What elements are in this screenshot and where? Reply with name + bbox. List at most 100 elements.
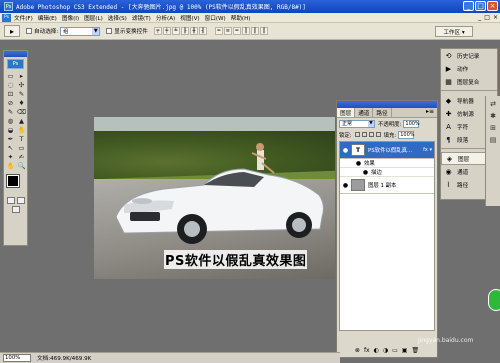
dodge-tool-icon[interactable]: ✋ — [16, 125, 27, 134]
distribute-bottom-icon[interactable]: ═ — [232, 27, 241, 35]
menu-view[interactable]: 视图(V) — [180, 14, 199, 22]
auto-select-checkbox[interactable] — [26, 28, 32, 34]
eye-icon[interactable]: ● — [341, 181, 350, 190]
maximize-button[interactable]: □ — [475, 1, 486, 11]
show-transform-checkbox[interactable] — [106, 28, 113, 34]
pen-tool-icon[interactable]: ✒ — [5, 134, 16, 143]
crop-tool-icon[interactable]: ⊡ — [5, 89, 16, 98]
blend-mode-dropdown[interactable]: 正常 ▼ — [339, 119, 375, 128]
lasso-tool-icon[interactable]: ◌ — [5, 80, 16, 89]
standard-mode-button[interactable] — [6, 197, 15, 204]
tab-layers[interactable]: 图层 — [337, 108, 356, 117]
menu-window[interactable]: 窗口(W) — [205, 14, 226, 22]
lock-image-icon[interactable] — [361, 132, 367, 137]
new-group-icon[interactable]: ▭ — [392, 347, 398, 354]
healing-brush-tool-icon[interactable]: ⊘ — [5, 98, 16, 107]
hand-tool-icon[interactable]: ✋ — [5, 161, 16, 170]
layer-row-text[interactable]: ● T PS软件以假乱真... fx ▾ — [340, 142, 434, 159]
blur-tool-icon[interactable]: ◒ — [5, 125, 16, 134]
dock-actions[interactable]: ▶ 动作 — [441, 62, 497, 75]
align-right-icon[interactable]: ╢ — [198, 27, 207, 35]
foreground-color-swatch[interactable] — [6, 174, 20, 188]
type-tool-icon[interactable]: T — [16, 134, 27, 143]
link-layers-icon[interactable]: ⊗ — [355, 347, 360, 354]
align-middle-icon[interactable]: ╪ — [162, 27, 171, 35]
magic-wand-tool-icon[interactable]: ✣ — [16, 80, 27, 89]
eye-icon[interactable]: ● — [361, 168, 370, 177]
adjustment-layer-icon[interactable]: ◑ — [383, 347, 388, 354]
workspace-button[interactable]: 工作区 ▾ — [435, 26, 473, 37]
move-tool-icon[interactable]: ▸ — [16, 71, 27, 80]
menu-filter[interactable]: 滤镜(T) — [132, 14, 151, 22]
document-icon[interactable]: Ps — [2, 13, 11, 22]
fill-label: 填充: — [383, 132, 397, 139]
doc-restore-button[interactable]: □ — [484, 14, 490, 21]
eraser-tool-icon[interactable]: ◍ — [5, 116, 16, 125]
opacity-input[interactable]: 100% — [403, 119, 420, 128]
move-tool-icon[interactable]: ▸ — [4, 25, 20, 37]
fx-icon[interactable]: fx ▾ — [423, 147, 432, 153]
clone-stamp-tool-icon[interactable]: ✎ — [5, 107, 16, 116]
panel-menu-icon[interactable]: ▸≡ — [423, 108, 437, 117]
zoom-tool-icon[interactable]: 🔍 — [16, 161, 27, 170]
swap-icon[interactable]: ⇄ — [490, 100, 496, 108]
brush-tool-icon[interactable]: ♦ — [16, 98, 27, 107]
dock-history[interactable]: ⟲ 历史记录 — [441, 49, 497, 62]
toolbox-header[interactable] — [4, 51, 27, 57]
distribute-left-icon[interactable]: ║ — [241, 27, 250, 35]
3d-rotate-tool-icon[interactable]: ✦ — [5, 152, 16, 161]
tab-paths[interactable]: 路径 — [373, 108, 392, 117]
align-left-icon[interactable]: ╟ — [180, 27, 189, 35]
document-size-info[interactable]: 文档:469.9K/469.9K — [37, 354, 91, 362]
slice-tool-icon[interactable]: ✎ — [16, 89, 27, 98]
minimize-button[interactable]: _ — [463, 1, 474, 11]
distribute-center-icon[interactable]: ┃ — [250, 27, 259, 35]
dock-layer-comps[interactable]: ▦ 图层复合 — [441, 75, 497, 88]
menu-select[interactable]: 选择(S) — [108, 14, 127, 22]
add-mask-icon[interactable]: ◐ — [374, 347, 379, 354]
align-bottom-icon[interactable]: ╧ — [171, 27, 180, 35]
doc-minimize-button[interactable]: _ — [478, 14, 481, 21]
screen-mode-button[interactable] — [11, 206, 20, 213]
menu-analysis[interactable]: 分析(A) — [156, 14, 175, 22]
align-top-icon[interactable]: ╤ — [153, 27, 162, 35]
distribute-top-icon[interactable]: ═ — [214, 27, 223, 35]
stroke-effect-row[interactable]: ● 描边 — [340, 168, 434, 177]
menu-help[interactable]: 帮助(H) — [231, 14, 251, 22]
menu-layer[interactable]: 图层(L) — [84, 14, 103, 22]
quick-mask-button[interactable] — [16, 197, 25, 204]
layer-row-image[interactable]: ● 图层 1 副本 — [340, 177, 434, 194]
add-style-icon[interactable]: fx — [364, 347, 370, 354]
auto-select-dropdown[interactable]: 组 ▼ — [60, 26, 101, 36]
swatches-icon[interactable]: ⊞ — [490, 124, 496, 132]
brush-preset-icon[interactable]: ✱ — [490, 112, 496, 120]
zoom-input[interactable]: 100% — [3, 354, 31, 362]
align-center-icon[interactable]: ╫ — [189, 27, 198, 35]
shape-tool-icon[interactable]: ▭ — [16, 143, 27, 152]
new-layer-icon[interactable]: ▣ — [402, 347, 408, 354]
gradient-tool-icon[interactable]: ▲ — [16, 116, 27, 125]
distribute-right-icon[interactable]: ║ — [259, 27, 268, 35]
marquee-tool-icon[interactable]: ▭ — [5, 71, 16, 80]
history-brush-tool-icon[interactable]: ⌫ — [16, 107, 27, 116]
menu-file[interactable]: 文件(F) — [14, 14, 33, 22]
close-button[interactable]: × — [487, 1, 498, 11]
distribute-middle-icon[interactable]: ≡ — [223, 27, 232, 35]
fill-input[interactable]: 100% — [398, 130, 415, 139]
tab-channels[interactable]: 通道 — [355, 108, 374, 117]
menu-image[interactable]: 图像(I) — [62, 14, 79, 22]
floating-widget-icon[interactable] — [488, 289, 500, 311]
doc-close-button[interactable]: × — [493, 14, 498, 21]
lock-position-icon[interactable] — [368, 132, 374, 137]
lock-transparent-icon[interactable] — [354, 132, 360, 137]
eye-icon[interactable]: ● — [354, 159, 363, 168]
notes-tool-icon[interactable]: ✍ — [16, 152, 27, 161]
effects-row[interactable]: ● 效果 — [340, 159, 434, 168]
layers-panel-header[interactable] — [337, 101, 437, 108]
eye-icon[interactable]: ● — [341, 146, 350, 155]
styles-icon[interactable]: ▤ — [490, 136, 497, 144]
path-selection-tool-icon[interactable]: ↖ — [5, 143, 16, 152]
menu-edit[interactable]: 编辑(E) — [38, 14, 57, 22]
trash-icon[interactable]: 🗑 — [411, 347, 419, 354]
lock-all-icon[interactable] — [375, 132, 381, 137]
